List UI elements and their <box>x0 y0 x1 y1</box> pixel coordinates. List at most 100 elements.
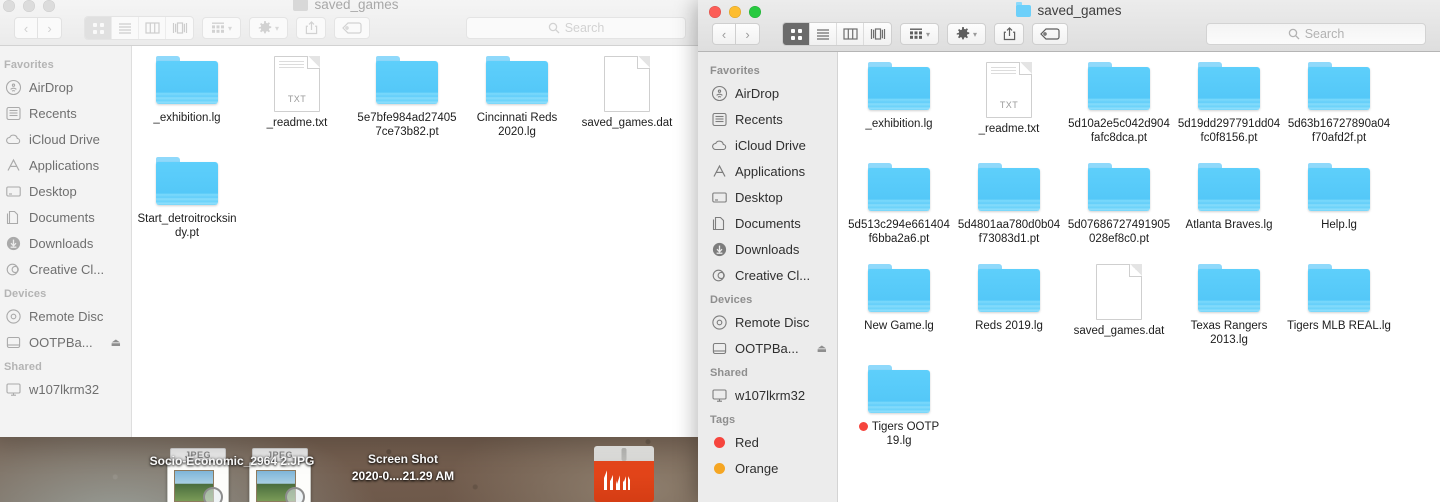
file-item[interactable]: 5d19dd297791dd04fc0f8156.pt <box>1174 62 1284 145</box>
group-by-button[interactable]: ▾ <box>202 17 242 39</box>
sidebar-item-airdrop[interactable]: AirDrop <box>0 74 131 100</box>
sidebar-item-shared-computer[interactable]: w107lkrm32 <box>698 382 837 408</box>
share-button[interactable] <box>296 17 327 39</box>
toolbar[interactable]: ‹ › ▾ ▾ Search <box>0 13 700 43</box>
tags-button[interactable] <box>334 17 371 39</box>
sidebar-section-header: Shared <box>710 367 748 379</box>
sidebar-item-ootp-drive[interactable]: OOTPBa... ⏏ <box>0 329 131 355</box>
file-item[interactable]: 5d4801aa780d0b04f73083d1.pt <box>954 163 1064 246</box>
file-item[interactable]: 5d513c294e661404f6bba2a6.pt <box>844 163 954 246</box>
file-item[interactable]: _exhibition.lg <box>844 62 954 145</box>
folder-icon <box>978 264 1040 312</box>
archive-body <box>594 461 654 502</box>
sidebar-item-icloud-drive[interactable]: iCloud Drive <box>698 132 837 158</box>
list-view-button[interactable] <box>810 23 837 45</box>
sidebar-item-tag-orange[interactable]: Orange <box>698 455 837 481</box>
action-menu-button[interactable]: ▾ <box>947 23 987 45</box>
forward-button[interactable]: › <box>38 17 62 39</box>
sidebar-item-documents[interactable]: Documents <box>0 204 131 230</box>
sidebar-item-desktop[interactable]: Desktop <box>0 178 131 204</box>
sidebar[interactable]: Favorites AirDrop Recents iCloud Drive A… <box>0 46 132 437</box>
list-view-button[interactable] <box>112 17 139 39</box>
titlebar[interactable]: saved_games ‹ › ▾ ▾ Search <box>698 0 1440 52</box>
search-field[interactable]: Search <box>1206 23 1426 45</box>
finder-window-active[interactable]: saved_games ‹ › ▾ ▾ Search Favorites Air… <box>698 0 1440 502</box>
navigation-buttons[interactable]: ‹ › <box>712 23 760 45</box>
eject-icon[interactable]: ⏏ <box>817 342 827 355</box>
sidebar-item-remote-disc[interactable]: Remote Disc <box>698 309 837 335</box>
archive-app-icon[interactable] <box>594 446 654 502</box>
eject-icon[interactable]: ⏏ <box>111 336 121 349</box>
desktop-icon-label: 2020-0....21.29 AM <box>351 469 455 483</box>
search-field[interactable]: Search <box>466 17 686 39</box>
forward-button[interactable]: › <box>736 23 760 45</box>
file-item[interactable]: Reds 2019.lg <box>954 264 1064 347</box>
file-name: saved_games.dat <box>581 117 673 129</box>
file-item[interactable]: _exhibition.lg <box>132 56 242 139</box>
sidebar-item-shared-computer[interactable]: w107lkrm32 <box>0 376 131 402</box>
file-item[interactable]: 5d63b16727890a04f70afd2f.pt <box>1284 62 1394 145</box>
view-mode-segmented-control[interactable] <box>782 22 892 46</box>
file-grid-area[interactable]: _exhibition.lg TXT _readme.txt 5e7bfe984… <box>132 46 700 437</box>
file-item[interactable]: TXT _readme.txt <box>954 62 1064 145</box>
sidebar-item-recents[interactable]: Recents <box>698 106 837 132</box>
sidebar-item-ootp-drive[interactable]: OOTPBa... ⏏ <box>698 335 837 361</box>
documents-icon <box>711 215 728 232</box>
sidebar-item-airdrop[interactable]: AirDrop <box>698 80 837 106</box>
share-button[interactable] <box>994 23 1025 45</box>
file-item[interactable]: Texas Rangers 2013.lg <box>1174 264 1284 347</box>
column-view-button[interactable] <box>139 17 166 39</box>
sidebar-item-creative-cloud[interactable]: Creative Cl... <box>0 256 131 282</box>
navigation-buttons[interactable]: ‹ › <box>14 17 62 39</box>
sidebar-item-applications[interactable]: Applications <box>698 158 837 184</box>
group-by-button[interactable]: ▾ <box>900 23 940 45</box>
file-item[interactable]: 5d07686727491905028ef8c0.pt <box>1064 163 1174 246</box>
sidebar-item-label: OOTPBa... <box>735 340 799 356</box>
file-name: 5d07686727491905028ef8c0.pt <box>1067 219 1171 245</box>
sidebar-item-creative-cloud[interactable]: Creative Cl... <box>698 262 837 288</box>
file-item[interactable]: saved_games.dat <box>572 56 682 139</box>
column-view-button[interactable] <box>837 23 864 45</box>
sidebar-item-label: OOTPBa... <box>29 334 93 350</box>
file-item[interactable]: 5d10a2e5c042d904fafc8dca.pt <box>1064 62 1174 145</box>
back-button[interactable]: ‹ <box>14 17 38 39</box>
sidebar-item-label: Downloads <box>735 241 800 257</box>
sidebar-item-recents[interactable]: Recents <box>0 100 131 126</box>
finder-window-background[interactable]: saved_games ‹ › ▾ ▾ Search Favorites Air… <box>0 0 700 437</box>
icon-view-button[interactable] <box>85 17 112 39</box>
file-item[interactable]: Cincinnati Reds 2020.lg <box>462 56 572 139</box>
sidebar-item-downloads[interactable]: Downloads <box>0 230 131 256</box>
sidebar-item-documents[interactable]: Documents <box>698 210 837 236</box>
sidebar[interactable]: Favorites AirDrop Recents iCloud Drive A… <box>698 52 838 502</box>
file-item[interactable]: Tigers OOTP 19.lg <box>844 365 954 448</box>
titlebar[interactable]: saved_games ‹ › ▾ ▾ Search <box>0 0 700 46</box>
file-item[interactable]: TXT _readme.txt <box>242 56 352 139</box>
sidebar-item-tag-red[interactable]: Red <box>698 429 837 455</box>
file-item[interactable]: Atlanta Braves.lg <box>1174 163 1284 246</box>
icon-view-button[interactable] <box>783 23 810 45</box>
action-menu-button[interactable]: ▾ <box>249 17 289 39</box>
tags-button[interactable] <box>1032 23 1069 45</box>
sidebar-item-applications[interactable]: Applications <box>0 152 131 178</box>
file-item[interactable]: saved_games.dat <box>1064 264 1174 347</box>
file-item[interactable]: 5e7bfe984ad274057ce73b82.pt <box>352 56 462 139</box>
sidebar-item-label: Downloads <box>29 235 94 251</box>
sidebar-item-desktop[interactable]: Desktop <box>698 184 837 210</box>
sidebar-item-remote-disc[interactable]: Remote Disc <box>0 303 131 329</box>
window-title-text: saved_games <box>1037 3 1122 18</box>
file-item[interactable]: Help.lg <box>1284 163 1394 246</box>
view-mode-segmented-control[interactable] <box>84 16 194 40</box>
tag-dot-red <box>714 436 725 448</box>
sidebar-item-downloads[interactable]: Downloads <box>698 236 837 262</box>
file-item[interactable]: Start_detroitrocksindy.pt <box>132 157 242 240</box>
folder-icon <box>293 0 309 11</box>
tag-dot-orange <box>714 462 725 474</box>
file-item[interactable]: Tigers MLB REAL.lg <box>1284 264 1394 347</box>
gallery-view-button[interactable] <box>864 23 891 45</box>
back-button[interactable]: ‹ <box>712 23 736 45</box>
gallery-view-button[interactable] <box>166 17 193 39</box>
file-grid-area[interactable]: _exhibition.lg TXT _readme.txt 5d10a2e5c… <box>838 52 1440 502</box>
sidebar-item-icloud-drive[interactable]: iCloud Drive <box>0 126 131 152</box>
toolbar[interactable]: ‹ › ▾ ▾ Search <box>698 19 1440 49</box>
file-item[interactable]: New Game.lg <box>844 264 954 347</box>
